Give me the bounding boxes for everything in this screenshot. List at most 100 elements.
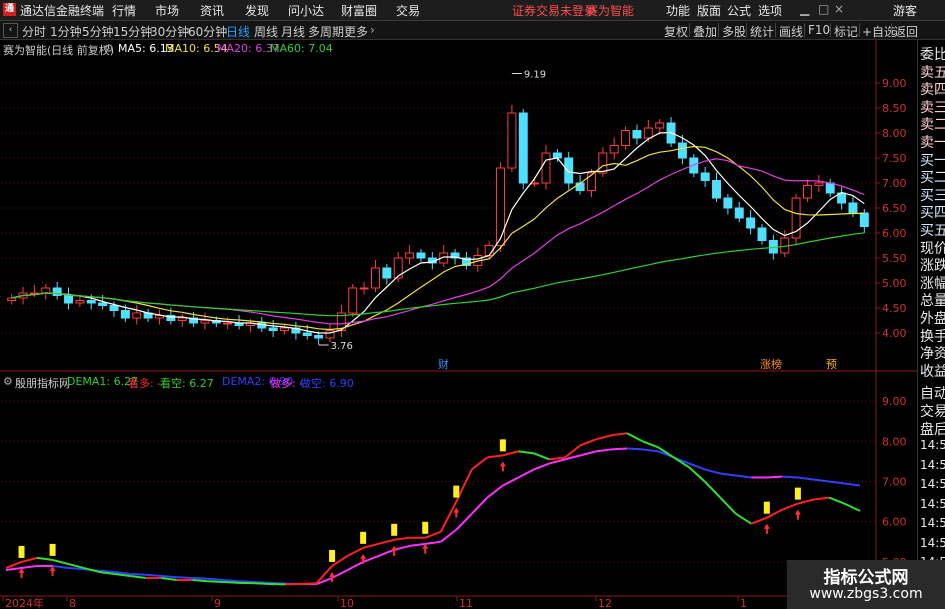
high-price-label: 9.19 (524, 70, 546, 81)
up-arrow-icon (49, 565, 56, 576)
signal-bar (360, 531, 367, 544)
price-tick-label: 8.50 (882, 102, 907, 115)
candle-body (64, 295, 74, 304)
dema2-segment (471, 496, 489, 515)
candle-body (132, 312, 142, 319)
time-tick-label: 2024年 (5, 596, 44, 609)
dema2-segment (207, 577, 224, 582)
up-arrow-icon (794, 509, 801, 520)
chart-markers: 9.19 3.76 财 涨榜 预 (318, 70, 837, 371)
up-arrow-icon (763, 523, 770, 534)
dema1-segment (828, 496, 845, 505)
candle-body (757, 227, 767, 241)
candle-body (7, 297, 17, 301)
candle-body (530, 182, 540, 185)
indicator-tick-label: 8.00 (882, 435, 907, 448)
candle-body (120, 310, 130, 319)
quote-label: 收益 (920, 363, 945, 380)
dema2-segment (642, 448, 659, 453)
price-tick-label: 4.00 (882, 327, 907, 340)
signal-bar (391, 523, 398, 536)
trade-time: 14:56 (920, 496, 945, 511)
signal-bar (422, 521, 429, 534)
dema2-segment (595, 448, 612, 453)
up-arrow-icon (499, 461, 506, 472)
candle-body (734, 207, 744, 219)
dema2-segment (409, 542, 426, 547)
candle-body (382, 267, 392, 279)
dema2-segment (145, 573, 162, 577)
candle-body (200, 320, 210, 324)
candle-body (393, 257, 403, 279)
dema1-segment (518, 450, 535, 455)
dema2-segment (362, 554, 380, 563)
low-price-label: 3.76 (331, 341, 353, 352)
watermark-box: 指标公式网 www.zbgs3.com (787, 560, 945, 609)
quote-side-panel: 委比 卖五 卖四 卖三 卖二 卖一 买一 买二 买三 买四 买五 现价 涨跌 涨幅 总量 外盘 换手 净资 收益 自动… (917, 40, 945, 609)
dema1-segment (439, 501, 458, 533)
dema2-segment (533, 462, 550, 471)
dema1-segment (471, 456, 488, 471)
up-arrow-icon (453, 507, 460, 518)
dema1-segment (5, 560, 22, 569)
ma20-line (11, 158, 865, 325)
dema2-segment (393, 544, 410, 551)
indicator-tick-label: 9.00 (882, 395, 907, 408)
dema1-segment (347, 546, 364, 557)
candle-body (552, 152, 562, 159)
candle-body (507, 112, 517, 169)
signal-bar (794, 487, 801, 500)
trade-time: 14:56 (920, 457, 945, 472)
chart-grid (0, 40, 917, 609)
dema1-segment (161, 577, 177, 582)
candle-body (859, 212, 869, 227)
dema1-segment (844, 502, 861, 512)
candle-body (370, 267, 380, 289)
dema1-segment (130, 574, 146, 579)
legend-bullish: 看多: - (128, 377, 162, 390)
candle-body (75, 300, 85, 304)
settings-gear-icon[interactable]: ⚙ (104, 42, 114, 55)
dema1-segment (254, 582, 271, 586)
up-arrow-icon (422, 543, 429, 554)
price-tick-label: 5.00 (882, 277, 907, 290)
signal-bar (18, 545, 25, 558)
dema2-segment (735, 474, 752, 479)
candle-body (632, 130, 642, 139)
dema1-segment (595, 434, 612, 441)
dema1-segment (36, 556, 53, 561)
candle-body (814, 182, 824, 186)
trade-time: 14:56 (920, 438, 945, 452)
dema1-segment (533, 452, 550, 461)
dema1-segment (207, 580, 224, 584)
indicator-settings-icon[interactable]: ⚙ (3, 375, 13, 388)
dema1-segment (580, 438, 597, 447)
dema2-segment (130, 572, 146, 576)
dema2-segment (192, 577, 208, 580)
legend-ma60: MA60: 7.04 (270, 42, 333, 55)
dema2-segment (21, 564, 38, 569)
signal-bar (49, 543, 56, 556)
candle-body (223, 322, 233, 325)
price-tick-label: 9.00 (882, 77, 907, 90)
candle-body (575, 182, 585, 191)
price-tick-label: 4.50 (882, 302, 907, 315)
candle-body (302, 332, 312, 336)
up-arrow-icon (391, 545, 398, 556)
dema2-segment (5, 566, 22, 571)
watermark-url: www.zbgs3.com (809, 586, 923, 602)
price-tick-label: 7.50 (882, 152, 907, 165)
candle-body (643, 127, 653, 139)
dema2-segment (52, 564, 69, 569)
dema2-segment (766, 475, 783, 479)
candle-body (825, 182, 835, 194)
candle-body (268, 327, 278, 331)
dema1-segment (642, 440, 659, 449)
candle-body (109, 305, 119, 311)
candle-body (325, 330, 335, 339)
signal-bar (329, 549, 336, 562)
signal-bar (763, 501, 770, 514)
price-tick-label: 5.50 (882, 252, 907, 265)
chart-canvas[interactable]: 9.19 3.76 财 涨榜 预 9.00 8.50 8.00 7.50 7.00 6.50 6.0… (0, 0, 917, 609)
dema2-segment (782, 475, 798, 479)
